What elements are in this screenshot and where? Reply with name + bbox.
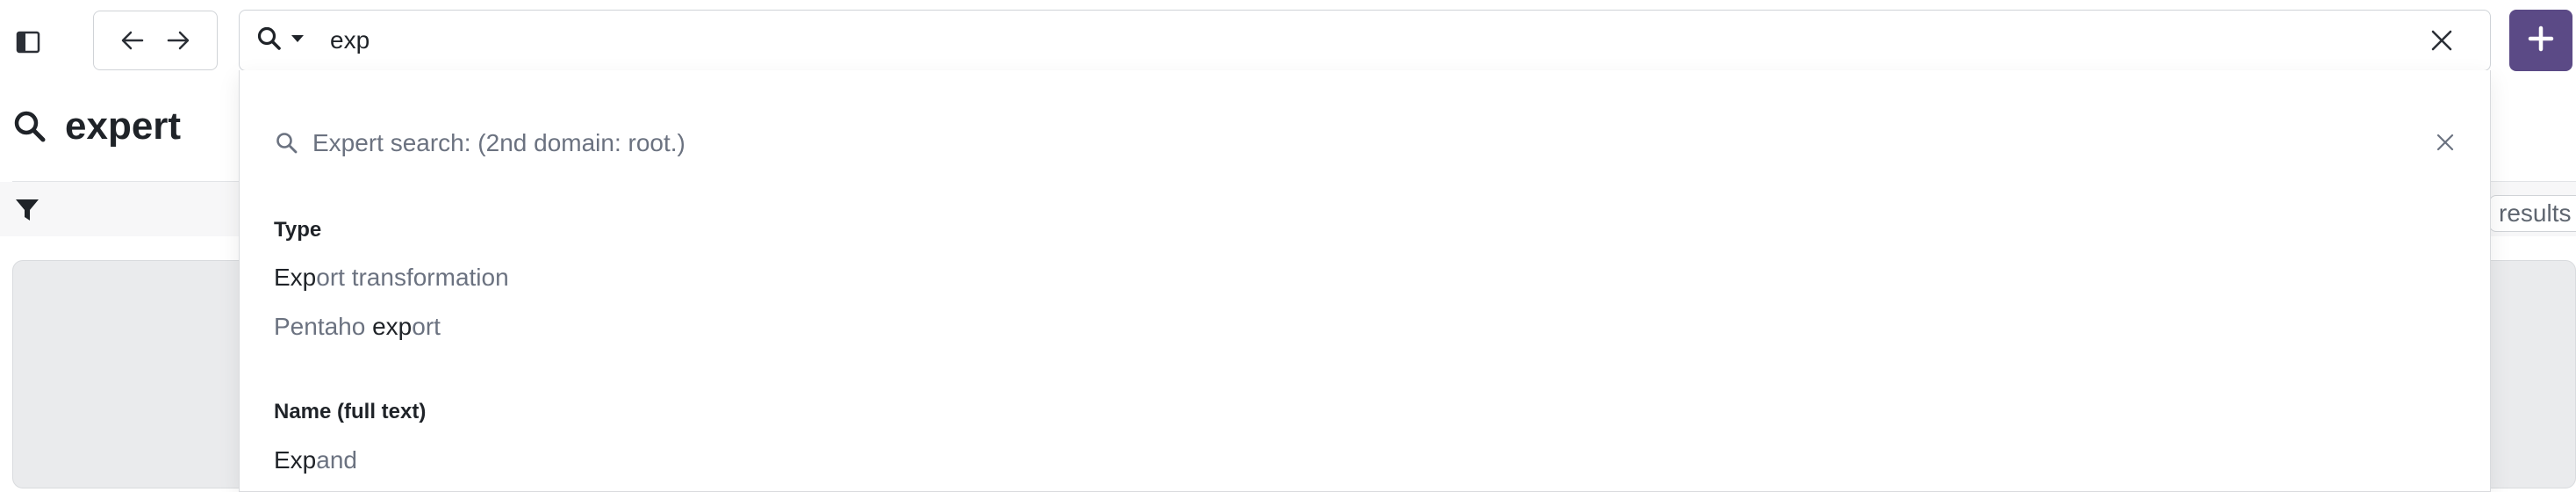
suggestion-match: exp — [372, 313, 413, 340]
suggestion-match: Exp — [274, 264, 317, 291]
suggestion-text: Pentaho — [274, 313, 373, 340]
search-icon — [274, 130, 300, 156]
add-button[interactable] — [2509, 10, 2572, 71]
results-count-label: results — [2489, 195, 2576, 232]
expert-search-label: Expert search: (2nd domain: root.) — [312, 129, 685, 156]
back-arrow-icon[interactable] — [114, 22, 151, 59]
plus-icon — [2527, 25, 2555, 57]
suggestion-text: ort transformation — [316, 264, 509, 291]
search-input[interactable] — [330, 19, 2349, 62]
forward-arrow-icon[interactable] — [160, 22, 197, 59]
suggestion-text: ort — [412, 313, 441, 340]
suggestion-item[interactable]: Export transformation — [274, 264, 509, 292]
suggestion-item[interactable]: Pentaho export — [274, 313, 441, 341]
suggestion-group-heading: Type — [274, 218, 322, 242]
history-nav — [93, 11, 218, 70]
suggestion-text: and — [316, 446, 357, 474]
close-icon[interactable] — [2429, 127, 2461, 158]
suggestion-match: Exp — [274, 446, 317, 474]
suggestion-group-heading: Name (full text) — [274, 400, 427, 423]
search-icon — [256, 25, 283, 56]
expert-search-option[interactable]: Expert search: (2nd domain: root.) — [274, 123, 2468, 163]
page-title: expert — [65, 105, 182, 148]
caret-down-icon — [290, 31, 305, 51]
clear-search-icon[interactable] — [2424, 23, 2459, 58]
filter-icon[interactable] — [14, 197, 40, 223]
page-search-icon — [12, 109, 47, 144]
suggestion-item[interactable]: Expand — [274, 446, 357, 474]
search-mode-selector[interactable] — [256, 25, 316, 56]
sidebar-toggle-icon[interactable] — [11, 25, 46, 60]
